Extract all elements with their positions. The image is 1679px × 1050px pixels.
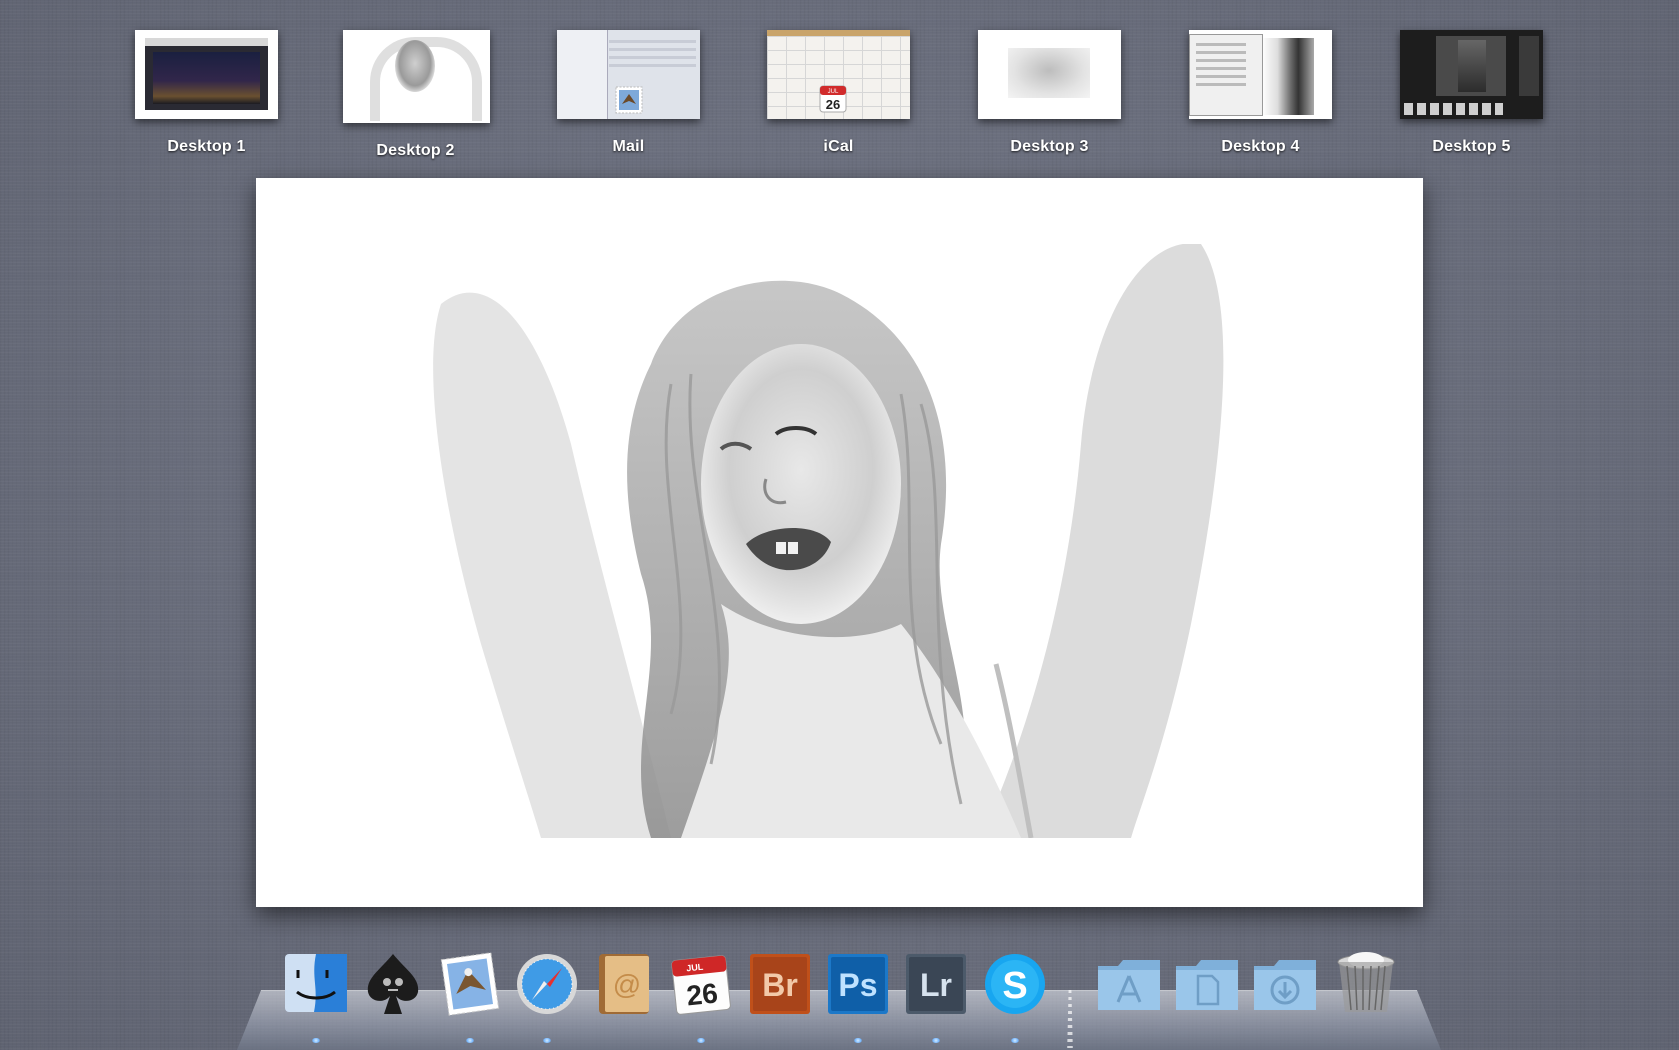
dock: @ JUL 26 Br Ps Lr S	[0, 948, 1679, 1049]
dock-item-mail[interactable]	[437, 948, 503, 1018]
space-label: Desktop 1	[167, 138, 246, 155]
space-desktop-5[interactable]: Desktop 5	[1399, 30, 1544, 156]
trash-icon	[1337, 952, 1395, 1012]
compass-icon	[517, 954, 577, 1014]
space-thumbnail	[557, 30, 700, 119]
mail-stamp-icon	[440, 952, 500, 1016]
svg-text:Lr: Lr	[920, 967, 952, 1003]
bridge-icon: Br	[750, 954, 810, 1014]
dock-item-ical[interactable]: JUL 26	[668, 948, 734, 1018]
dock-item-documents-folder[interactable]	[1174, 948, 1240, 1018]
space-label: Mail	[612, 138, 645, 155]
space-ical[interactable]: JUL 26 iCal	[766, 30, 911, 156]
calendar-icon: JUL 26	[819, 85, 847, 113]
space-desktop-4[interactable]: Desktop 4	[1188, 30, 1333, 156]
space-label: iCal	[823, 138, 854, 155]
spade-skull-icon	[367, 954, 419, 1014]
dock-item-photoshop[interactable]: Ps	[825, 948, 891, 1018]
current-desktop-preview[interactable]	[256, 178, 1423, 907]
running-indicator	[1011, 1038, 1019, 1043]
space-thumbnail	[978, 30, 1121, 119]
svg-text:JUL: JUL	[686, 962, 704, 974]
skype-icon: S	[985, 954, 1045, 1014]
svg-text:S: S	[1002, 965, 1027, 1007]
dock-item-skype[interactable]: S	[982, 948, 1048, 1018]
space-thumbnail: JUL 26	[767, 30, 910, 119]
svg-text:JUL: JUL	[828, 89, 839, 95]
photoshop-icon: Ps	[828, 954, 888, 1014]
space-thumbnail	[135, 30, 278, 119]
space-desktop-2[interactable]: Desktop 2	[343, 30, 490, 160]
space-label: Desktop 2	[376, 142, 455, 159]
running-indicator	[932, 1038, 940, 1043]
dock-item-applications-folder[interactable]	[1096, 948, 1162, 1018]
running-indicator	[466, 1038, 474, 1043]
space-label: Desktop 4	[1221, 138, 1300, 155]
space-desktop-1[interactable]: Desktop 1	[134, 30, 279, 156]
space-mail[interactable]: Mail	[556, 30, 701, 156]
dock-item-spade-app[interactable]	[360, 948, 426, 1018]
applications-folder-icon	[1098, 960, 1160, 1010]
running-indicator	[543, 1038, 551, 1043]
spaces-bar: Desktop 1 Desktop 2 Mail JUL 26 iCal Des…	[0, 0, 1679, 170]
dock-item-trash[interactable]	[1333, 948, 1399, 1018]
running-indicator	[697, 1038, 705, 1043]
dock-item-downloads-folder[interactable]	[1252, 948, 1318, 1018]
space-thumbnail	[1189, 30, 1332, 119]
lightroom-icon: Lr	[906, 954, 966, 1014]
space-label: Desktop 3	[1010, 138, 1089, 155]
desktop-wallpaper-photo	[421, 244, 1231, 838]
svg-text:@: @	[613, 969, 641, 1000]
space-thumbnail	[1400, 30, 1543, 119]
space-label: Desktop 5	[1432, 138, 1511, 155]
svg-text:Ps: Ps	[838, 967, 877, 1003]
finder-icon	[285, 954, 347, 1012]
svg-text:Br: Br	[762, 967, 798, 1003]
documents-folder-icon	[1176, 960, 1238, 1010]
svg-text:26: 26	[685, 977, 719, 1011]
calendar-icon: JUL 26	[671, 955, 731, 1015]
dock-item-address-book[interactable]: @	[591, 948, 657, 1018]
space-thumbnail	[343, 30, 490, 123]
svg-text:26: 26	[826, 97, 840, 112]
space-desktop-3[interactable]: Desktop 3	[977, 30, 1122, 156]
dock-item-finder[interactable]	[283, 948, 349, 1018]
running-indicator	[854, 1038, 862, 1043]
dock-item-lightroom[interactable]: Lr	[903, 948, 969, 1018]
running-indicator	[312, 1038, 320, 1043]
downloads-folder-icon	[1254, 960, 1316, 1010]
dock-item-bridge[interactable]: Br	[747, 948, 813, 1018]
address-book-icon: @	[599, 954, 649, 1014]
mail-stamp-icon	[615, 86, 643, 114]
dock-item-safari[interactable]	[514, 948, 580, 1018]
